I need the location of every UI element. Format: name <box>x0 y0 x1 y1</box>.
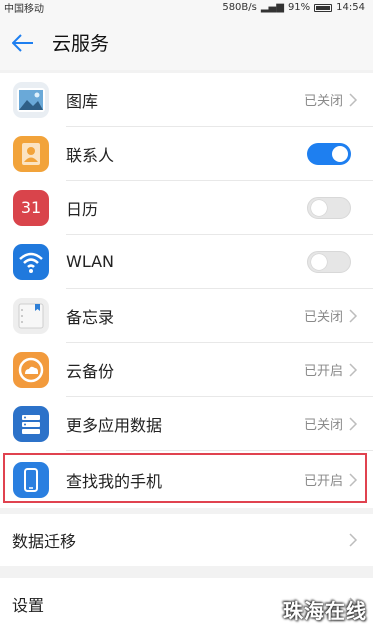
chevron-right-icon <box>349 308 358 323</box>
chevron-right-icon <box>349 472 358 487</box>
status-text: 已关闭 <box>303 94 343 109</box>
list-item-data-migration[interactable]: 数据迁移 <box>0 514 373 566</box>
carrier-label: 中国移动 <box>4 4 44 15</box>
calendar-toggle[interactable] <box>307 196 351 219</box>
status-text: 已关闭 <box>303 310 343 325</box>
clock: 14:54 <box>336 2 365 13</box>
chevron-right-icon <box>349 362 358 377</box>
status-text: 已开启 <box>303 474 343 489</box>
list-item-label: 更多应用数据 <box>66 415 163 435</box>
toggle-knob <box>311 199 327 216</box>
list-item-label: 设置 <box>12 596 45 615</box>
list-item-notes[interactable]: 备忘录 已关闭 <box>0 289 373 342</box>
list-item-wlan[interactable]: WLAN <box>0 235 373 288</box>
battery-icon <box>314 3 333 12</box>
chevron-right-icon <box>349 92 358 107</box>
contacts-icon <box>13 135 49 172</box>
list-item-cloud-backup[interactable]: 云备份 已开启 <box>0 343 373 396</box>
list-item-label: WLAN <box>66 252 115 271</box>
wlan-toggle[interactable] <box>307 250 351 273</box>
list-item-label: 云备份 <box>66 361 115 381</box>
toggle-knob <box>311 253 327 270</box>
cloud-backup-icon <box>13 351 49 388</box>
signal-icon: ▂▄▆ <box>260 2 284 13</box>
list-item-label: 查找我的手机 <box>66 471 163 491</box>
watermark: 珠海在线 <box>283 599 367 623</box>
list-item-more-app-data[interactable]: 更多应用数据 已关闭 <box>0 397 373 450</box>
calendar-icon: 31 <box>13 189 49 226</box>
status-text: 已关闭 <box>303 418 343 433</box>
title-bar: 云服务 <box>0 15 373 70</box>
chevron-right-icon <box>349 533 358 547</box>
list-item-gallery[interactable]: 图库 已关闭 <box>0 73 373 126</box>
contacts-toggle[interactable] <box>307 142 351 165</box>
list-item-find-my-phone[interactable]: 查找我的手机 已开启 <box>0 453 373 506</box>
cloud-services-list: 图库 已关闭 联系人 31 日历 WLAN 备忘录 已关闭 云备份 已开启 更多… <box>0 73 373 508</box>
find-phone-icon <box>13 461 49 498</box>
list-item-label: 数据迁移 <box>12 532 77 551</box>
status-indicators: 580B/s ▂▄▆ 91% 14:54 <box>222 2 365 13</box>
list-item-calendar[interactable]: 31 日历 <box>0 181 373 234</box>
page-title: 云服务 <box>52 33 110 55</box>
battery-percent: 91% <box>287 2 311 13</box>
more-app-data-icon <box>13 405 49 442</box>
chevron-right-icon <box>349 416 358 431</box>
back-arrow-icon[interactable] <box>10 30 36 56</box>
list-item-label: 备忘录 <box>66 307 115 327</box>
list-item-contacts[interactable]: 联系人 <box>0 127 373 180</box>
gallery-icon <box>13 81 49 118</box>
network-speed: 580B/s <box>222 2 257 13</box>
toggle-knob <box>332 145 348 162</box>
wifi-icon <box>13 243 49 280</box>
status-text: 已开启 <box>303 364 343 379</box>
status-bar: 中国移动 580B/s ▂▄▆ 91% 14:54 <box>0 0 373 15</box>
calendar-day-text: 31 <box>20 198 42 217</box>
list-item-label: 图库 <box>66 91 99 111</box>
list-item-label: 联系人 <box>66 145 115 165</box>
list-item-label: 日历 <box>66 199 99 219</box>
notepad-icon <box>13 297 49 334</box>
divider <box>66 450 373 451</box>
